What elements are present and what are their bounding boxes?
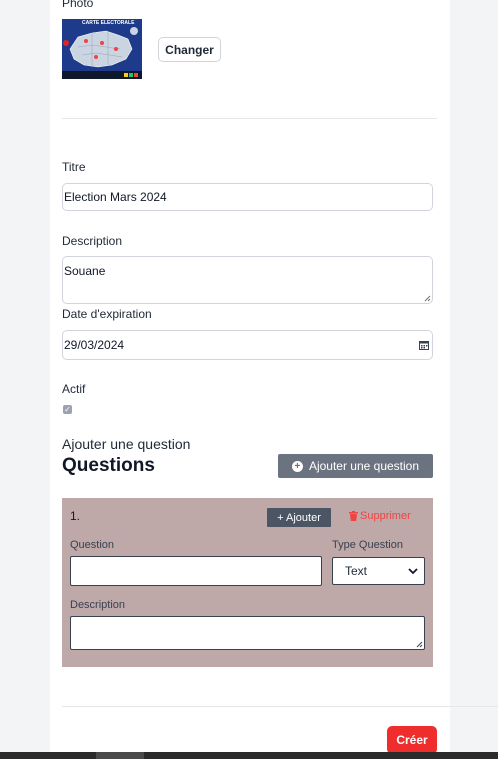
question-description-label: Description bbox=[70, 599, 126, 611]
date-label: Date d'expiration bbox=[62, 307, 152, 321]
question-description-textarea[interactable] bbox=[70, 616, 425, 650]
add-question-text: Ajouter une question bbox=[62, 436, 191, 452]
chevron-down-icon bbox=[408, 567, 418, 574]
divider bbox=[62, 706, 498, 707]
delete-question-label: Supprimer bbox=[360, 510, 411, 522]
question-label: Question bbox=[70, 539, 115, 551]
resize-handle-icon[interactable] bbox=[424, 295, 431, 302]
type-question-value: Text bbox=[345, 564, 368, 578]
question-input[interactable] bbox=[70, 556, 322, 586]
add-question-button[interactable]: + Ajouter une question bbox=[278, 454, 433, 478]
map-image bbox=[62, 19, 142, 79]
add-option-label: + Ajouter bbox=[277, 511, 321, 524]
titre-input[interactable]: Election Mars 2024 bbox=[62, 183, 433, 211]
photo-label: Photo bbox=[62, 0, 94, 10]
taskbar-item[interactable] bbox=[96, 752, 144, 759]
add-question-button-label: Ajouter une question bbox=[308, 459, 420, 473]
questions-heading: Questions bbox=[62, 455, 155, 476]
description-value: Souane bbox=[64, 264, 106, 278]
titre-value: Election Mars 2024 bbox=[64, 190, 167, 204]
type-question-label: Type Question bbox=[332, 539, 403, 551]
question-number: 1. bbox=[70, 509, 81, 523]
trash-icon bbox=[349, 511, 358, 521]
create-button[interactable]: Créer bbox=[387, 726, 437, 754]
plus-circle-icon: + bbox=[291, 460, 303, 472]
question-card: 1. + Ajouter Supprimer Question Type Que… bbox=[62, 498, 433, 667]
date-value: 29/03/2024 bbox=[64, 338, 125, 352]
type-question-select[interactable]: Text bbox=[332, 557, 425, 585]
photo-thumbnail: CARTE ELECTORALE bbox=[62, 19, 142, 79]
add-option-button[interactable]: + Ajouter bbox=[267, 508, 331, 527]
actif-label: Actif bbox=[62, 382, 86, 396]
delete-question-button[interactable]: Supprimer bbox=[349, 510, 411, 522]
date-input[interactable]: 29/03/2024 bbox=[62, 330, 433, 360]
actif-checkbox[interactable]: ✓ bbox=[63, 405, 72, 414]
taskbar bbox=[0, 752, 498, 759]
thumb-caption: CARTE ELECTORALE bbox=[82, 20, 135, 26]
resize-handle-icon[interactable] bbox=[416, 641, 423, 648]
description-textarea[interactable]: Souane bbox=[62, 256, 433, 304]
change-photo-button[interactable]: Changer bbox=[158, 37, 221, 62]
calendar-icon[interactable] bbox=[419, 340, 429, 350]
description-label: Description bbox=[62, 234, 123, 248]
titre-label: Titre bbox=[62, 160, 86, 174]
divider bbox=[62, 118, 437, 119]
